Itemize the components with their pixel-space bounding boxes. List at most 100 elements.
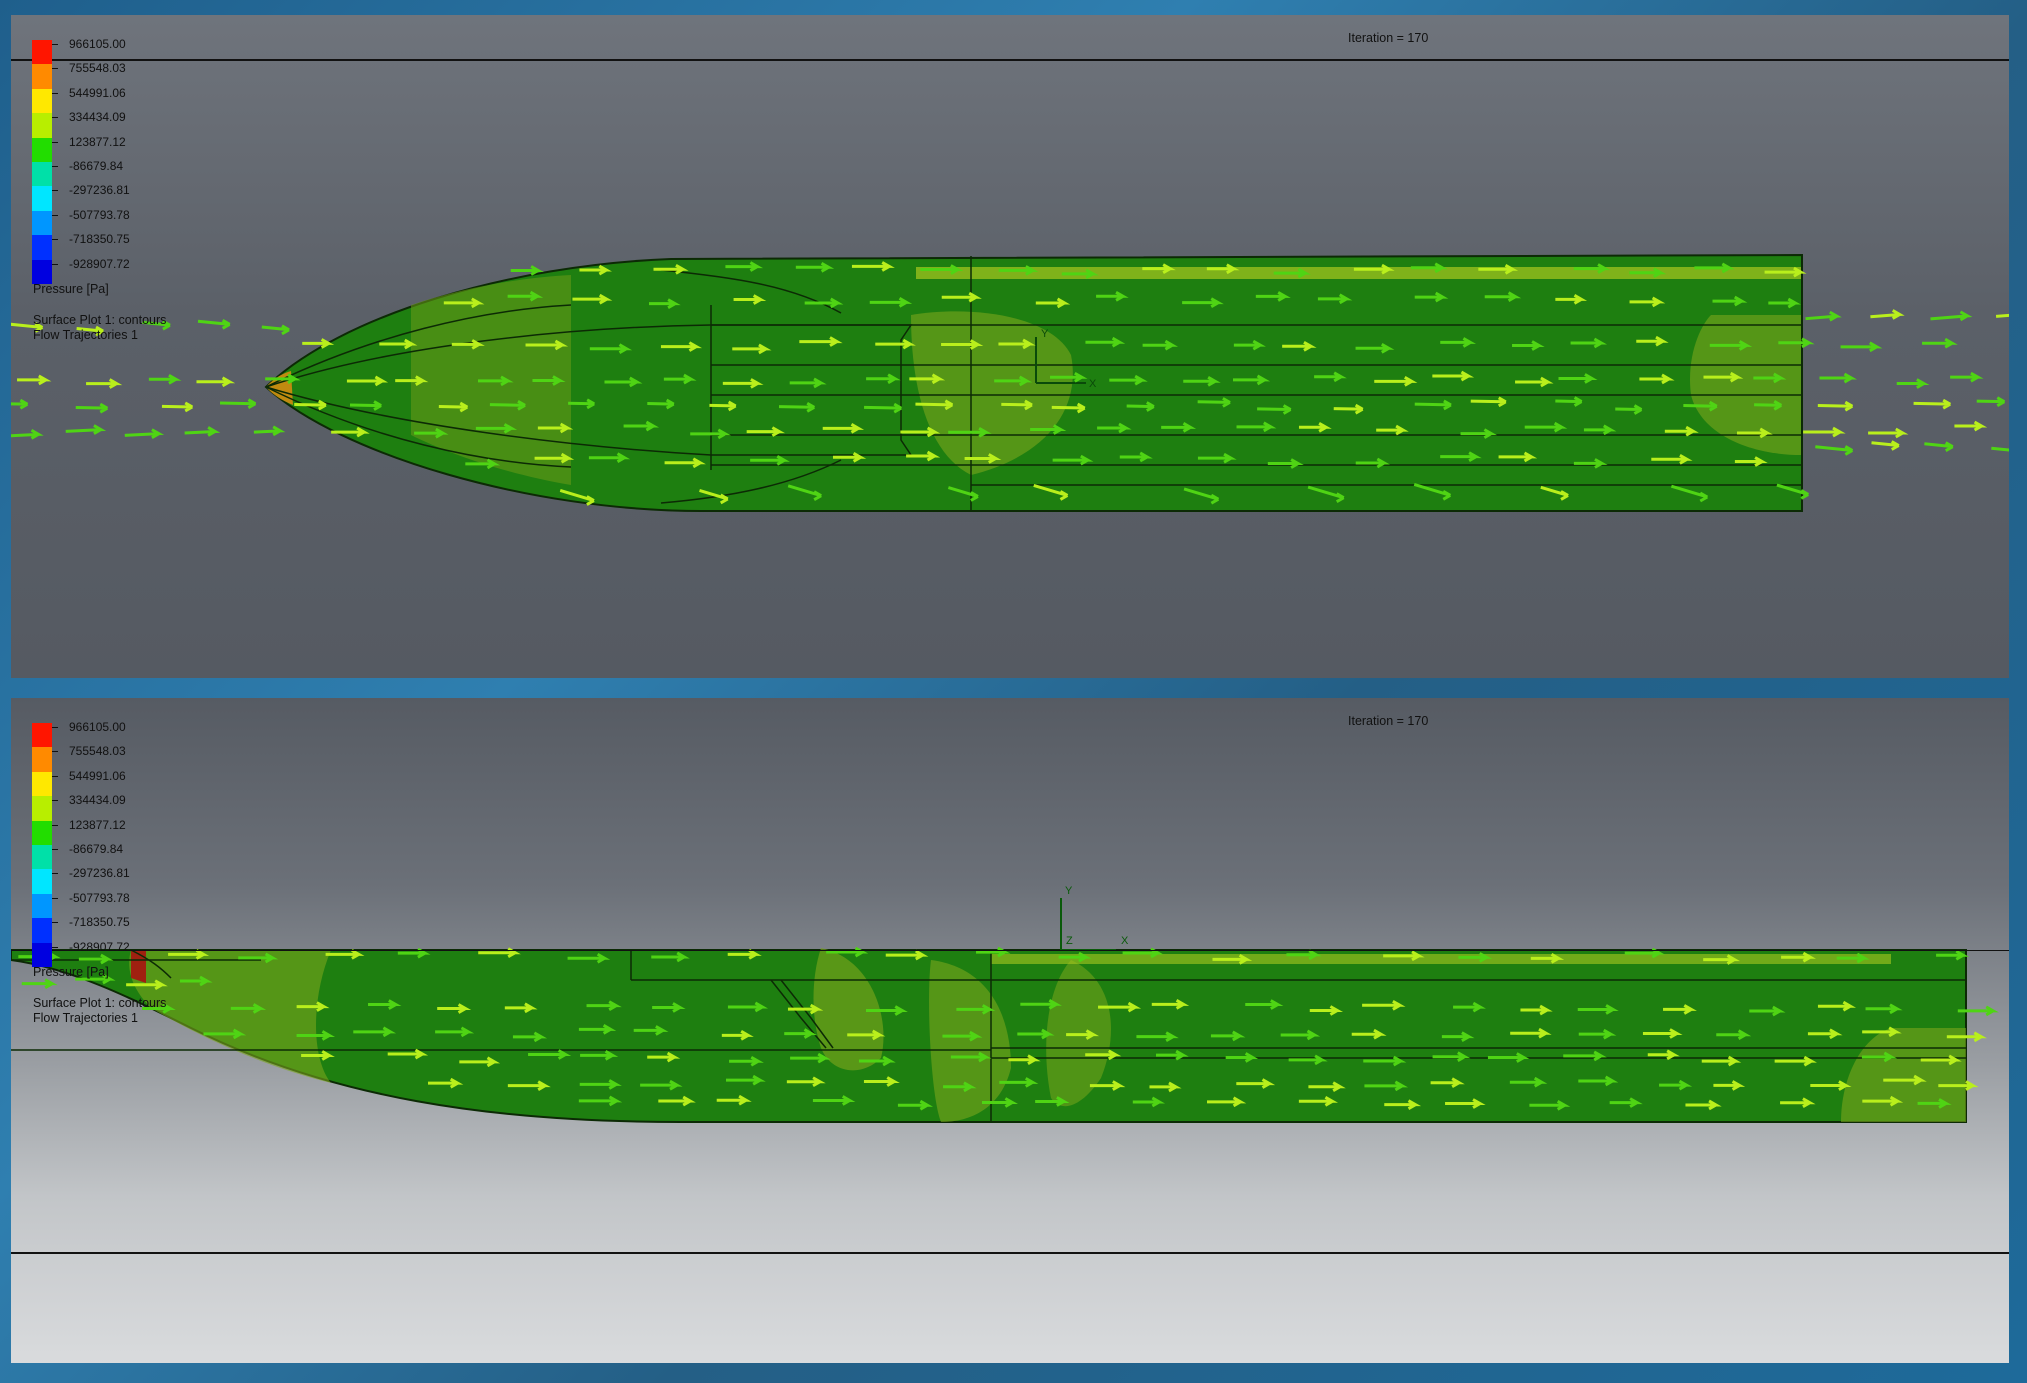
flow-arrow [161, 401, 193, 413]
axis-y-label: Y [1041, 328, 1049, 340]
legend-color-swatch [32, 161, 52, 187]
flow-arrow [65, 424, 107, 435]
legend-tick [52, 263, 58, 265]
legend-tick [52, 44, 58, 45]
legend-color-swatch [32, 40, 52, 65]
flow-arrow [510, 265, 544, 276]
legend-tick [52, 849, 58, 850]
flow-arrow [1815, 445, 1854, 456]
iteration-label: Iteration = 170 [1348, 714, 1429, 728]
legend-color-swatch [32, 64, 52, 89]
flow-arrow [1913, 398, 1951, 410]
flow-arrow [184, 426, 221, 437]
axis-z-label: Z [1066, 935, 1073, 947]
flow-arrow [196, 376, 236, 388]
viewport-border [11, 59, 2009, 61]
legend-color-swatch [32, 137, 52, 162]
pressure-patch [131, 950, 146, 983]
flow-arrow [1870, 309, 1905, 320]
legend-value: 544991.06 [69, 768, 126, 783]
viewport-border [11, 950, 2009, 951]
flow-arrow [302, 338, 335, 349]
legend-color-swatch [32, 113, 52, 138]
flow-arrow [1991, 446, 2009, 452]
flow-arrow [86, 378, 123, 389]
viewport-border [11, 1252, 2009, 1254]
legend-tick [52, 727, 58, 728]
top-viewport[interactable]: Y X 966105.00 755548.03 544991.06 334434.09… [11, 15, 2009, 678]
flow-arrow [1805, 310, 1842, 322]
legend-value: 334434.09 [69, 110, 126, 125]
flow-arrow [1803, 426, 1846, 438]
legend-value: -507793.78 [69, 207, 130, 222]
legend-tick [52, 800, 58, 802]
flow-arrow [1950, 371, 1984, 383]
legend-value: -297236.81 [69, 183, 130, 198]
flow-trajectories-label: Flow Trajectories 1 [33, 328, 138, 342]
legend-value: 334434.09 [69, 793, 126, 808]
surface-plot-label: Surface Plot 1: contours [33, 996, 167, 1010]
flow-arrow [21, 978, 58, 989]
legend-color-swatch [32, 918, 52, 943]
legend-color-swatch [32, 259, 52, 284]
legend-color-swatch [32, 771, 52, 797]
legend-tick [52, 775, 58, 777]
legend-tick [52, 824, 58, 826]
legend-value: 544991.06 [69, 85, 126, 100]
axis-triad: Y Z X [1060, 885, 1129, 951]
top-scene: Y X [11, 253, 2009, 512]
legend-value: -718350.75 [69, 232, 130, 247]
legend-color-bar [32, 40, 52, 284]
legend-color-swatch [32, 942, 52, 967]
legend-tick [52, 190, 58, 192]
flow-arrow [1922, 337, 1958, 349]
legend-color-swatch [32, 893, 52, 919]
legend-value: -928907.72 [69, 256, 130, 271]
flow-arrow [124, 428, 165, 439]
axis-x-label: X [1089, 378, 1097, 390]
flow-arrow [17, 374, 52, 386]
flow-arrow [1840, 341, 1883, 353]
flow-arrow [261, 324, 290, 336]
legend-color-swatch [32, 796, 52, 821]
axis-x-label: X [1121, 935, 1129, 947]
legend-title: Pressure [Pa] [33, 965, 109, 979]
surface-plot-label: Surface Plot 1: contours [33, 313, 167, 327]
legend-value: -928907.72 [69, 939, 130, 954]
legend-color-swatch [32, 88, 52, 114]
legend-color-swatch [32, 869, 52, 894]
legend-tick [52, 214, 58, 216]
flow-arrow [11, 429, 44, 440]
legend-color-swatch [32, 723, 52, 748]
legend-tick [52, 239, 58, 241]
legend-tick [52, 68, 58, 70]
pressure-patch [129, 950, 331, 1083]
legend-color-swatch [32, 844, 52, 870]
flow-arrow [197, 319, 231, 330]
legend-tick [52, 946, 58, 948]
flow-arrow [1995, 313, 2009, 318]
flow-arrow [253, 425, 286, 437]
flow-arrow [219, 398, 257, 410]
legend-color-swatch [32, 210, 52, 236]
axis-y-label: Y [1065, 885, 1073, 897]
bottom-scene: Y Z X [11, 885, 1999, 1123]
legend-value: 123877.12 [69, 817, 126, 832]
pressure-patch [991, 954, 1891, 964]
legend-color-swatch [32, 235, 52, 260]
legend-value: -86679.84 [69, 842, 124, 856]
legend-value: 123877.12 [69, 134, 126, 149]
legend-color-swatch [32, 820, 52, 845]
legend-value: -297236.81 [69, 866, 130, 881]
legend-tick [52, 166, 58, 167]
legend-color-swatch [32, 186, 52, 211]
legend-value: 966105.00 [69, 37, 126, 51]
legend-tick [52, 873, 58, 875]
flow-trajectories-label: Flow Trajectories 1 [33, 1011, 138, 1025]
legend-value: -718350.75 [69, 915, 130, 930]
legend-value: -507793.78 [69, 890, 130, 905]
legend-tick [52, 751, 58, 753]
iteration-label: Iteration = 170 [1348, 31, 1429, 45]
bottom-viewport[interactable]: Y Z X 966105.00 755548.03 544991.06 334434.… [11, 698, 2009, 1363]
legend-tick [52, 141, 58, 143]
